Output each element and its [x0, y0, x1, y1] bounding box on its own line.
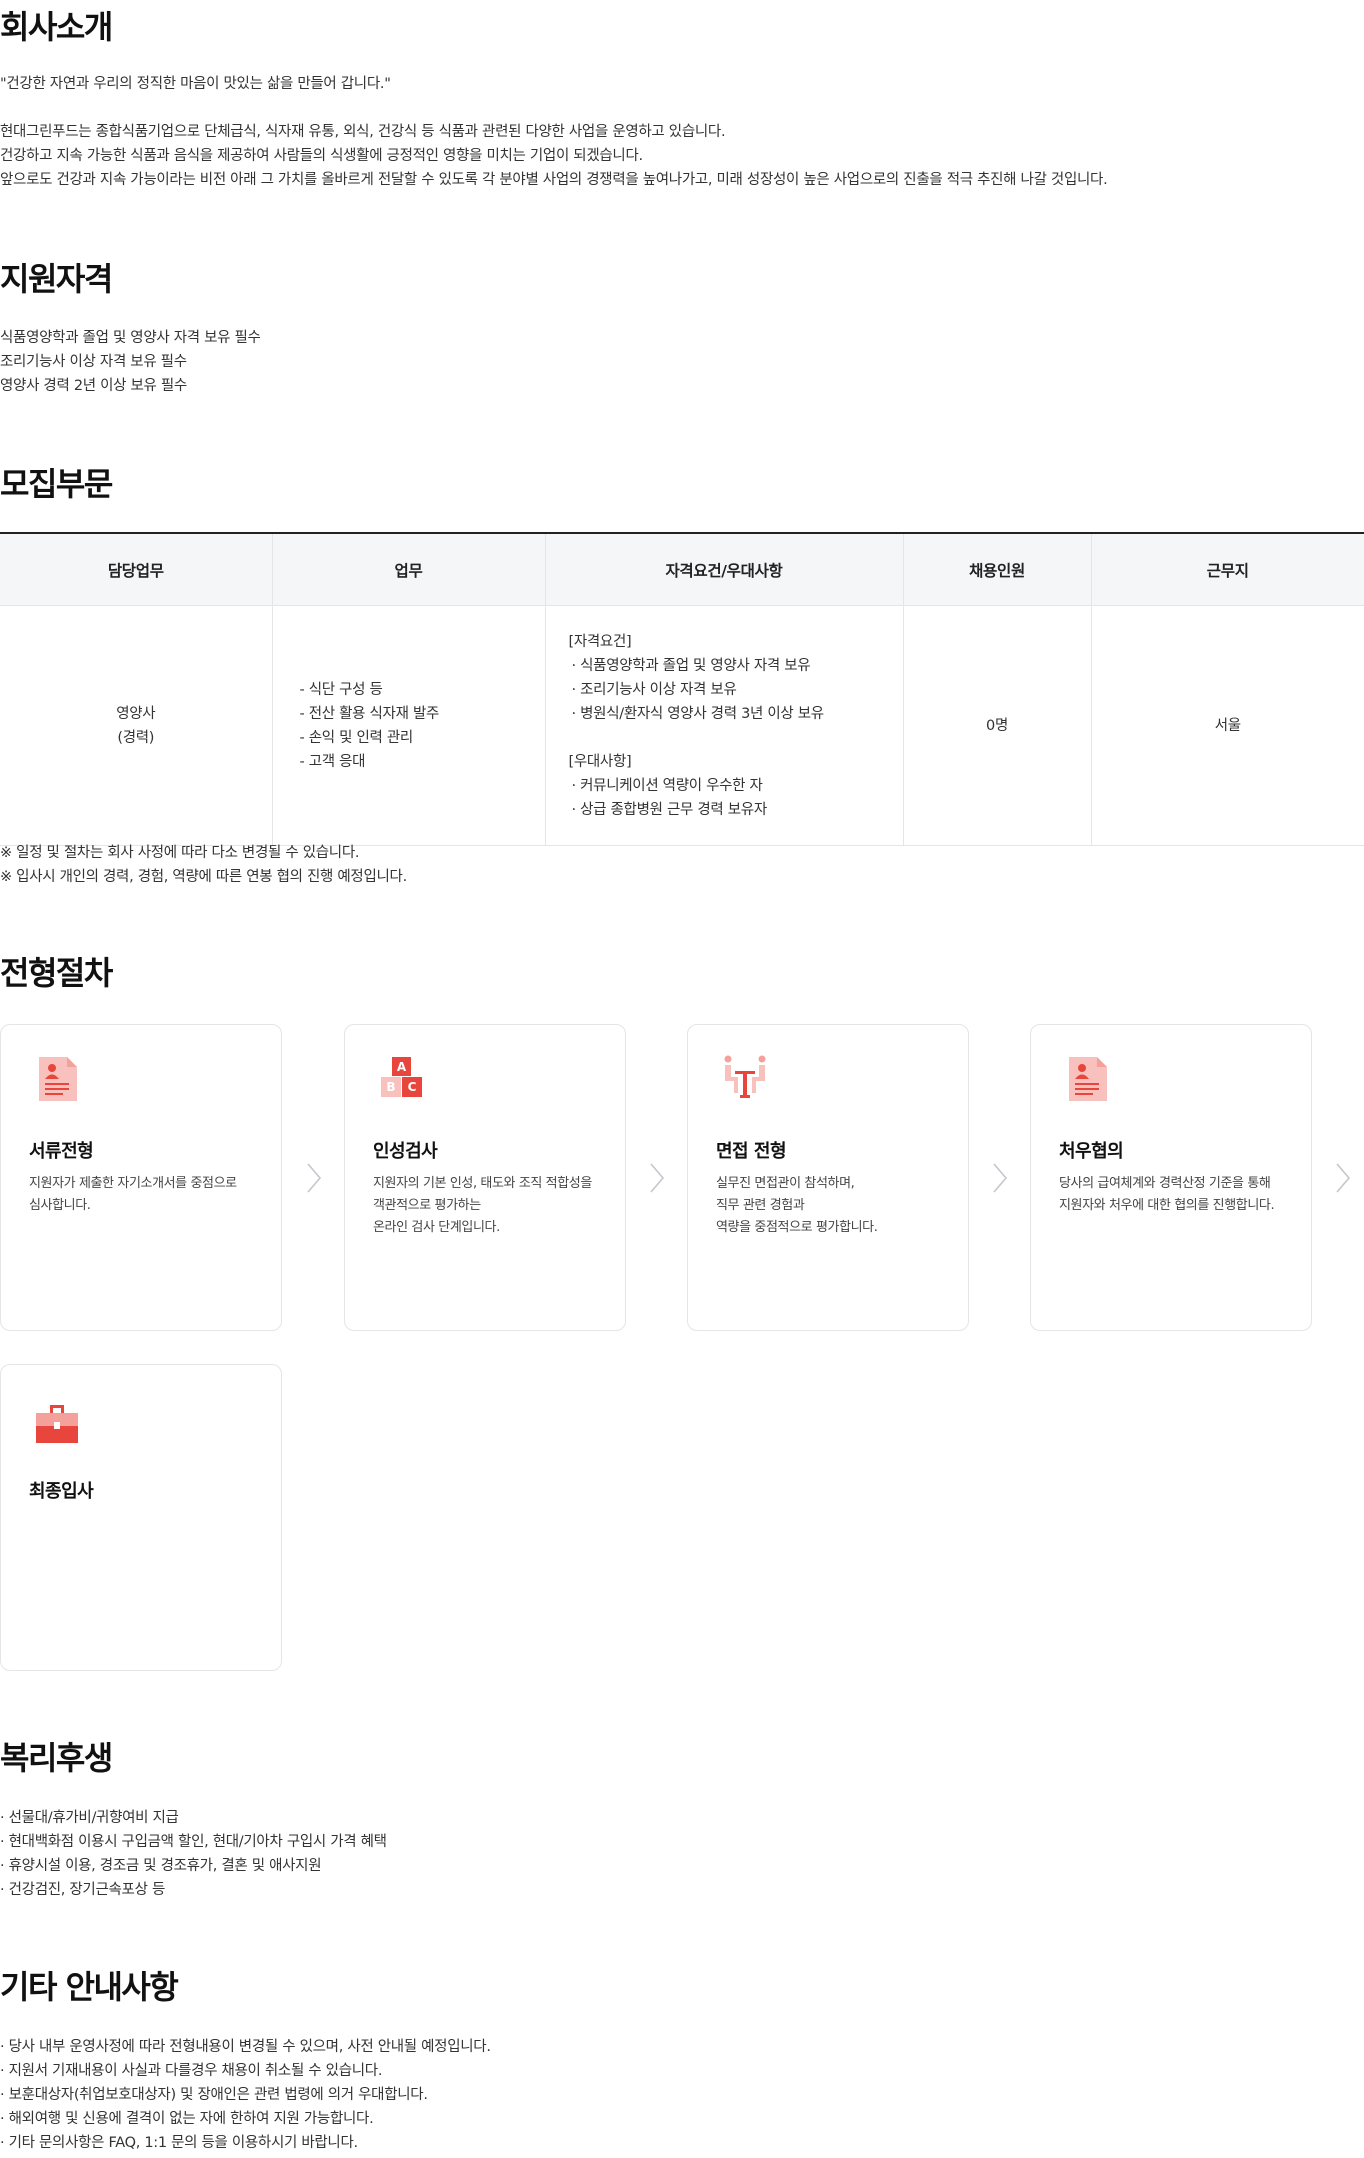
preference-title: [우대사항] [568, 753, 632, 770]
step-title: 면접 전형 [716, 1141, 787, 1162]
duty-item: - 전산 활용 식자재 발주 [299, 705, 440, 722]
duty-item: - 식단 구성 등 [299, 681, 383, 698]
duty-item: - 고객 응대 [299, 753, 366, 770]
briefcase-icon [36, 1405, 78, 1443]
role-type: (경력) [117, 729, 155, 746]
etc-item: · 당사 내부 운영사정에 따라 전형내용이 변경될 수 있으며, 사전 안내될… [0, 2039, 491, 2055]
welfare-item: · 현대백화점 이용시 구입금액 할인, 현대/기아차 구입시 가격 혜택 [0, 1834, 387, 1850]
etc-item: · 기타 문의사항은 FAQ, 1:1 문의 등을 이용하시기 바랍니다. [0, 2135, 358, 2151]
company-paragraph: 앞으로도 건강과 지속 가능이라는 비전 아래 그 가치를 올바르게 전달할 수… [0, 172, 1108, 188]
company-slogan: "건강한 자연과 우리의 정직한 마음이 맛있는 삶을 만들어 갑니다." [0, 76, 391, 92]
requirements-title: [자격요건] [568, 633, 632, 650]
etc-list: · 당사 내부 운영사정에 따라 전형내용이 변경될 수 있으며, 사전 안내될… [0, 2035, 491, 2155]
qualification-list: 식품영양학과 졸업 및 영양사 자격 보유 필수 조리기능사 이상 자격 보유 … [0, 326, 261, 398]
note-item: ※ 입사시 개인의 경력, 경험, 역량에 따른 연봉 협의 진행 예정입니다. [0, 869, 407, 885]
section-title-etc: 기타 안내사항 [0, 1968, 179, 2006]
requirement-item: · 식품영양학과 졸업 및 영양사 자격 보유 [571, 657, 811, 674]
chevron-right-icon [650, 1163, 665, 1193]
recruit-notes: ※ 일정 및 절차는 회사 사정에 따라 다소 변경될 수 있습니다. ※ 입사… [0, 841, 407, 889]
step-title: 최종입사 [29, 1481, 94, 1502]
qualification-item: 영양사 경력 2년 이상 보유 필수 [0, 378, 187, 394]
col-header-duty: 업무 [272, 533, 546, 606]
company-paragraph: 현대그린푸드는 종합식품기업으로 단체급식, 식자재 유통, 외식, 건강식 등… [0, 124, 726, 140]
cell-role: 영양사 (경력) [0, 605, 273, 846]
qualification-item: 조리기능사 이상 자격 보유 필수 [0, 354, 187, 370]
section-title-qualification: 지원자격 [0, 260, 113, 298]
section-title-welfare: 복리후생 [0, 1739, 113, 1777]
document-icon [1069, 1057, 1107, 1101]
process-step-document: 서류전형 지원자가 제출한 자기소개서를 중점으로 심사합니다. [0, 1024, 282, 1331]
chevron-right-icon [993, 1163, 1008, 1193]
duty-item: - 손익 및 인력 관리 [299, 729, 414, 746]
table-row: 영양사 (경력) - 식단 구성 등 - 전산 활용 식자재 발주 - 손익 및… [0, 605, 1364, 846]
interview-icon [724, 1055, 766, 1098]
note-item: ※ 일정 및 절차는 회사 사정에 따라 다소 변경될 수 있습니다. [0, 845, 360, 861]
welfare-item: · 휴양시설 이용, 경조금 및 경조휴가, 결혼 및 애사지원 [0, 1858, 322, 1874]
etc-item: · 보훈대상자(취업보호대상자) 및 장애인은 관련 법령에 의거 우대합니다. [0, 2087, 428, 2103]
cell-headcount: 0명 [903, 605, 1092, 846]
col-header-location: 근무지 [1091, 533, 1364, 606]
abc-blocks-icon: A B C [381, 1057, 422, 1097]
company-paragraph: 건강하고 지속 가능한 식품과 음식을 제공하여 사람들의 식생활에 긍정적인 … [0, 148, 643, 164]
svg-text:A: A [397, 1060, 407, 1074]
step-desc: 지원자의 기본 인성, 태도와 조직 적합성을 객관적으로 평가하는 온라인 검… [373, 1176, 592, 1235]
chevron-right-icon [307, 1163, 322, 1193]
role-name: 영양사 [116, 705, 156, 722]
section-title-process: 전형절차 [0, 954, 113, 992]
step-desc: 실무진 면접관이 참석하며, 직무 관련 경험과 역량을 중점적으로 평가합니다… [716, 1176, 878, 1235]
etc-item: · 지원서 기재내용이 사실과 다를경우 채용이 취소될 수 있습니다. [0, 2063, 383, 2079]
qualification-item: 식품영양학과 졸업 및 영양사 자격 보유 필수 [0, 330, 261, 346]
cell-location: 서울 [1091, 605, 1364, 846]
svg-text:C: C [408, 1080, 417, 1094]
chevron-right-icon [1336, 1163, 1351, 1193]
section-title-recruit: 모집부문 [0, 465, 113, 503]
col-header-requirements: 자격요건/우대사항 [545, 533, 904, 606]
step-title: 서류전형 [29, 1141, 94, 1162]
col-header-role: 담당업무 [0, 533, 273, 606]
step-desc: 지원자가 제출한 자기소개서를 중점으로 심사합니다. [29, 1176, 237, 1213]
company-intro: "건강한 자연과 우리의 정직한 마음이 맛있는 삶을 만들어 갑니다." 현대… [0, 72, 1108, 192]
svg-text:B: B [386, 1080, 395, 1094]
section-title-company: 회사소개 [0, 8, 113, 46]
welfare-item: · 건강검진, 장기근속포상 등 [0, 1882, 165, 1898]
table-header-row: 담당업무 업무 자격요건/우대사항 채용인원 근무지 [0, 533, 1364, 606]
preference-item: · 커뮤니케이션 역량이 우수한 자 [571, 777, 763, 794]
etc-item: · 해외여행 및 신용에 결격이 없는 자에 한하여 지원 가능합니다. [0, 2111, 374, 2127]
process-step-negotiation: 처우협의 당사의 급여체계와 경력산정 기준을 통해 지원자와 처우에 대한 협… [1030, 1024, 1312, 1331]
requirement-item: · 조리기능사 이상 자격 보유 [571, 681, 737, 698]
col-header-headcount: 채용인원 [903, 533, 1092, 606]
requirement-item: · 병원식/환자식 영양사 경력 3년 이상 보유 [571, 705, 825, 722]
process-step-aptitude: A B C 인성검사 지원자의 기본 인성, 태도와 조직 적합성을 객관적으로… [344, 1024, 626, 1331]
step-desc: 당사의 급여체계와 경력산정 기준을 통해 지원자와 처우에 대한 협의를 진행… [1059, 1176, 1275, 1213]
welfare-list: · 선물대/휴가비/귀향여비 지급 · 현대백화점 이용시 구입금액 할인, 현… [0, 1806, 387, 1902]
process-step-interview: 면접 전형 실무진 면접관이 참석하며, 직무 관련 경험과 역량을 중점적으로… [687, 1024, 969, 1331]
step-title: 처우협의 [1059, 1141, 1124, 1162]
welfare-item: · 선물대/휴가비/귀향여비 지급 [0, 1810, 179, 1826]
cell-duty: - 식단 구성 등 - 전산 활용 식자재 발주 - 손익 및 인력 관리 - … [272, 605, 546, 846]
step-title: 인성검사 [373, 1141, 438, 1162]
document-icon [39, 1057, 77, 1101]
cell-requirements: [자격요건] · 식품영양학과 졸업 및 영양사 자격 보유 · 조리기능사 이… [545, 605, 904, 846]
recruit-table: 담당업무 업무 자격요건/우대사항 채용인원 근무지 영양사 (경력) - 식단… [0, 532, 1364, 846]
process-step-final: 최종입사 [0, 1364, 282, 1671]
preference-item: · 상급 종합병원 근무 경력 보유자 [571, 801, 768, 818]
